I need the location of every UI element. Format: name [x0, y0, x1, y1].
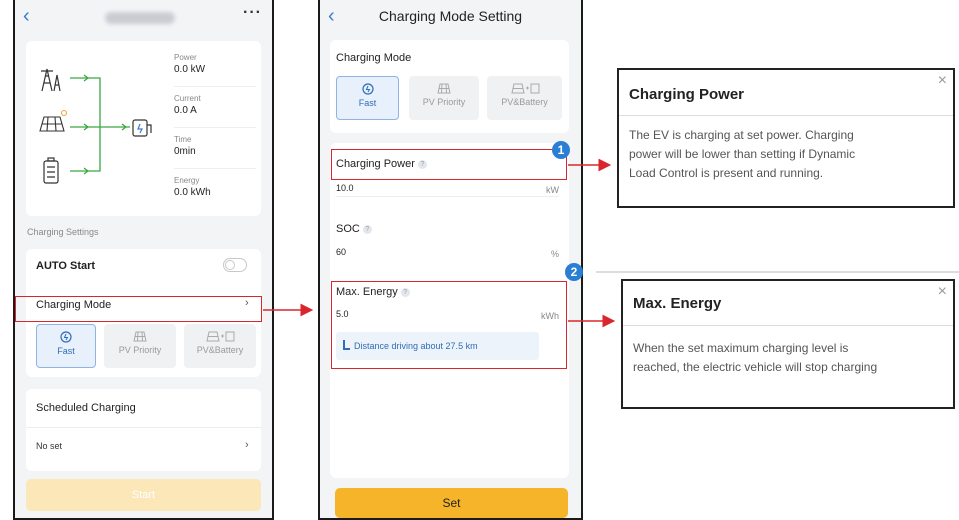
mode-pv-priority-button[interactable]: PV Priority — [409, 76, 479, 120]
page-title: Charging Mode Setting — [378, 8, 523, 24]
charging-settings-label: Charging Settings — [27, 227, 99, 237]
tooltip-line: The EV is charging at set power. Chargin… — [629, 128, 854, 142]
stat-value: 0min — [174, 146, 196, 157]
stat-label: Current — [174, 94, 201, 103]
close-icon[interactable]: × — [938, 283, 947, 301]
top-bar: ‹ ··· — [15, 0, 272, 34]
charging-power-input[interactable]: 10.0 — [336, 183, 354, 193]
tooltip-body: When the set maximum charging level is r… — [633, 339, 877, 377]
scheduled-charging-label: Scheduled Charging — [36, 402, 136, 414]
mode-label: Fast — [358, 98, 377, 108]
mode-label: PV Priority — [422, 97, 466, 107]
charging-power-tooltip: × Charging Power The EV is charging at s… — [617, 68, 955, 208]
solar-battery-icon — [206, 331, 235, 342]
stat-label: Time — [174, 135, 192, 144]
tooltip-line: power will be lower than setting if Dyna… — [629, 147, 856, 161]
chevron-right-icon[interactable]: › — [245, 439, 249, 451]
mode-label: Fast — [57, 346, 75, 356]
solar-panel-icon — [133, 331, 147, 342]
highlight-max-energy — [331, 281, 567, 369]
top-bar: ‹ Charging Mode Setting — [320, 0, 581, 34]
back-arrow-icon[interactable]: ‹ — [23, 5, 30, 27]
stat-value: 0.0 A — [174, 105, 197, 116]
charging-mode-card: Charging Mode Fast PV Priority PV&Batter… — [330, 40, 569, 133]
divider — [174, 86, 256, 87]
tooltip-title: Max. Energy — [633, 295, 722, 312]
mode-label: PV Priority — [118, 345, 162, 355]
device-screen-charger-status: ‹ ··· Power 0.0 kW Current 0.0 A Time 0m… — [13, 0, 274, 520]
more-options-button[interactable]: ··· — [243, 4, 262, 22]
divider — [174, 127, 256, 128]
solar-panel-icon — [39, 109, 68, 132]
soc-label: SOC? — [336, 223, 372, 235]
mode-pv-battery-button[interactable]: PV&Battery — [184, 324, 256, 368]
stat-label: Power — [174, 53, 197, 62]
fast-charge-icon — [361, 83, 374, 95]
stat-power: Power 0.0 kW — [174, 53, 205, 75]
soc-input[interactable]: 60 — [336, 247, 346, 257]
stat-energy: Energy 0.0 kWh — [174, 176, 211, 198]
help-icon[interactable]: ? — [362, 225, 372, 234]
charging-power-unit: kW — [546, 185, 559, 195]
tooltip-title: Charging Power — [629, 86, 745, 103]
callout-badge-2: 2 — [565, 263, 583, 281]
stat-value: 0.0 kW — [174, 64, 206, 75]
divider — [336, 196, 559, 197]
highlight-charging-power — [331, 149, 567, 180]
start-button[interactable]: Start — [26, 479, 261, 511]
highlight-charging-mode-row — [15, 296, 262, 322]
callout-badge-1: 1 — [552, 141, 570, 159]
stat-time: Time 0min — [174, 135, 196, 157]
auto-start-toggle[interactable] — [223, 258, 247, 272]
scheduled-charging-card: Scheduled Charging No set › — [26, 389, 261, 471]
divider — [26, 427, 261, 428]
tooltip-line: reached, the electric vehicle will stop … — [633, 360, 878, 374]
fast-charge-icon — [60, 331, 72, 343]
mode-fast-button[interactable]: Fast — [336, 76, 399, 120]
ev-charger-icon — [132, 119, 152, 137]
mode-pv-battery-button[interactable]: PV&Battery — [487, 76, 562, 120]
close-icon[interactable]: × — [938, 72, 947, 90]
device-screen-charging-mode-setting: ‹ Charging Mode Setting Charging Mode Fa… — [318, 0, 583, 520]
mode-label: PV&Battery — [196, 345, 244, 355]
solar-panel-icon — [437, 83, 451, 94]
divider — [174, 168, 256, 169]
charging-mode-label: Charging Mode — [336, 52, 412, 64]
schedule-value[interactable]: No set — [36, 441, 62, 451]
stat-label: Energy — [174, 176, 200, 185]
stat-current: Current 0.0 A — [174, 94, 201, 116]
battery-icon — [43, 157, 59, 184]
auto-start-label: AUTO Start — [36, 260, 96, 272]
solar-battery-icon — [510, 83, 539, 94]
toggle-knob — [225, 260, 235, 270]
divider — [619, 115, 953, 116]
mode-pv-priority-button[interactable]: PV Priority — [104, 324, 176, 368]
tooltip-line: When the set maximum charging level is — [633, 341, 849, 355]
tooltip-body: The EV is charging at set power. Chargin… — [629, 126, 855, 183]
grid-tower-icon — [41, 68, 61, 92]
energy-flow-card: Power 0.0 kW Current 0.0 A Time 0min Ene… — [26, 41, 261, 216]
energy-flow-diagram — [39, 68, 152, 184]
device-name-redacted — [105, 12, 175, 24]
soc-text: SOC — [336, 223, 360, 235]
divider — [623, 325, 953, 326]
stat-value: 0.0 kWh — [174, 187, 211, 198]
mode-label: PV&Battery — [501, 97, 548, 107]
max-energy-tooltip: × Max. Energy When the set maximum charg… — [621, 279, 955, 409]
soc-unit: % — [550, 249, 559, 259]
mode-fast-button[interactable]: Fast — [36, 324, 96, 368]
tooltip-line: Load Control is present and running. — [629, 166, 824, 180]
set-button[interactable]: Set — [335, 488, 568, 518]
